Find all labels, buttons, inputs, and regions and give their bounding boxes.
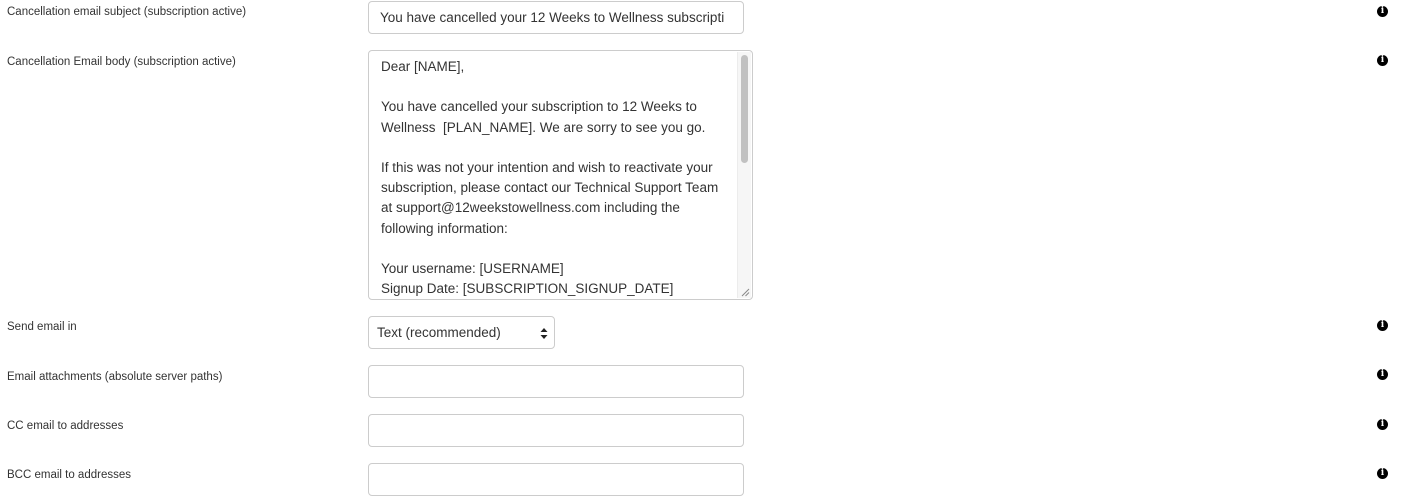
info-icon[interactable]: i	[1377, 419, 1388, 430]
attachments-label: Email attachments (absolute server paths…	[7, 371, 223, 383]
info-icon[interactable]: i	[1377, 468, 1388, 479]
cc-label: CC email to addresses	[7, 420, 124, 432]
cc-input[interactable]	[368, 414, 744, 447]
body-scroll-thumb[interactable]	[741, 55, 748, 163]
select-arrows-icon	[540, 328, 548, 339]
info-icon[interactable]: i	[1377, 6, 1388, 17]
email-format-selected-value: Text (recommended)	[377, 325, 501, 340]
info-icon[interactable]: i	[1377, 55, 1388, 66]
subject-label: Cancellation email subject (subscription…	[7, 6, 247, 18]
resize-grip-icon[interactable]	[741, 288, 750, 297]
body-scrollbar[interactable]	[737, 52, 751, 298]
email-format-select[interactable]: Text (recommended)	[368, 316, 555, 349]
cancellation-email-settings-form: Cancellation email subject (subscription…	[0, 0, 1401, 500]
body-text[interactable]: Dear [NAME], You have cancelled your sub…	[381, 57, 731, 299]
bcc-input[interactable]	[368, 463, 744, 496]
info-icon[interactable]: i	[1377, 320, 1388, 331]
info-icon[interactable]: i	[1377, 369, 1388, 380]
subject-input[interactable]	[368, 1, 744, 34]
body-label: Cancellation Email body (subscription ac…	[7, 56, 236, 68]
bcc-label: BCC email to addresses	[7, 469, 131, 481]
body-textarea[interactable]: Dear [NAME], You have cancelled your sub…	[368, 50, 753, 300]
format-label: Send email in	[7, 321, 77, 333]
attachments-input[interactable]	[368, 365, 744, 398]
